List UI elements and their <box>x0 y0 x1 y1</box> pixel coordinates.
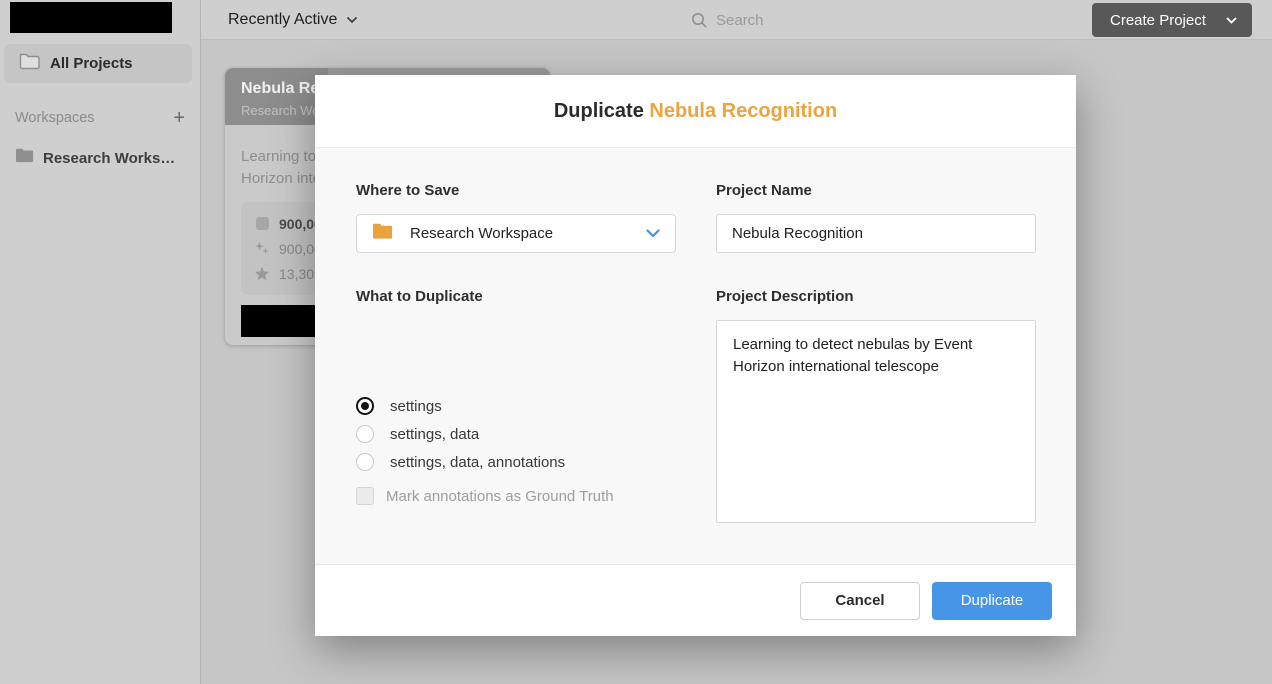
star-icon <box>253 266 271 281</box>
where-to-save-label: Where to Save <box>356 182 459 199</box>
search-box <box>691 0 896 40</box>
sort-dropdown-label: Recently Active <box>228 11 337 29</box>
modal-title-project-name: Nebula Recognition <box>649 100 837 122</box>
modal-footer: Cancel Duplicate <box>315 564 1076 636</box>
create-project-button[interactable]: Create Project <box>1092 3 1252 37</box>
project-name-input[interactable] <box>716 214 1036 253</box>
modal-header: Duplicate Nebula Recognition <box>315 75 1076 148</box>
ground-truth-option: Mark annotations as Ground Truth <box>356 482 614 510</box>
workspace-select[interactable]: Research Workspace <box>356 214 676 253</box>
sidebar-item-workspace[interactable]: Research Workspace <box>15 147 195 169</box>
redacted-logo-block <box>10 2 172 33</box>
folder-icon <box>372 223 393 245</box>
sidebar-item-label: All Projects <box>50 55 133 72</box>
chevron-down-icon <box>646 229 660 238</box>
sort-dropdown[interactable]: Recently Active <box>228 0 358 40</box>
ground-truth-label: Mark annotations as Ground Truth <box>386 488 614 505</box>
radio-option-settings[interactable]: settings <box>356 392 442 420</box>
duplicate-button[interactable]: Duplicate <box>932 582 1052 620</box>
folder-icon <box>15 148 34 168</box>
topbar: Recently Active Create Project <box>201 0 1272 40</box>
workspace-item-label: Research Workspace <box>43 150 181 167</box>
ground-truth-checkbox <box>356 487 374 505</box>
create-project-label: Create Project <box>1110 12 1206 29</box>
folder-outline-icon <box>18 52 40 75</box>
cancel-button[interactable]: Cancel <box>800 582 920 620</box>
square-icon <box>253 217 271 230</box>
sidebar-item-all-projects[interactable]: All Projects <box>4 44 192 83</box>
project-description-textarea[interactable]: Learning to detect nebulas by Event Hori… <box>716 320 1036 523</box>
add-workspace-button[interactable]: + <box>173 109 185 127</box>
project-name-label: Project Name <box>716 182 812 199</box>
search-icon <box>691 12 708 29</box>
duplicate-project-modal: Duplicate Nebula Recognition Where to Sa… <box>315 75 1076 636</box>
radio-button[interactable] <box>356 425 374 443</box>
radio-button[interactable] <box>356 453 374 471</box>
search-input[interactable] <box>716 12 896 29</box>
modal-title-prefix: Duplicate <box>554 100 650 122</box>
chevron-down-icon <box>1226 17 1237 24</box>
sidebar: All Projects Workspaces + Research Works… <box>0 0 201 684</box>
workspace-select-value: Research Workspace <box>410 225 646 242</box>
sparkles-icon <box>253 241 271 256</box>
workspaces-label: Workspaces <box>15 110 95 126</box>
chevron-down-icon <box>346 16 358 24</box>
what-to-duplicate-label: What to Duplicate <box>356 288 483 305</box>
radio-option-settings-data[interactable]: settings, data <box>356 420 479 448</box>
workspaces-section-header: Workspaces + <box>15 106 185 130</box>
project-description-label: Project Description <box>716 288 854 305</box>
radio-option-settings-data-annotations[interactable]: settings, data, annotations <box>356 448 565 476</box>
radio-button[interactable] <box>356 397 374 415</box>
modal-title: Duplicate Nebula Recognition <box>554 100 837 123</box>
